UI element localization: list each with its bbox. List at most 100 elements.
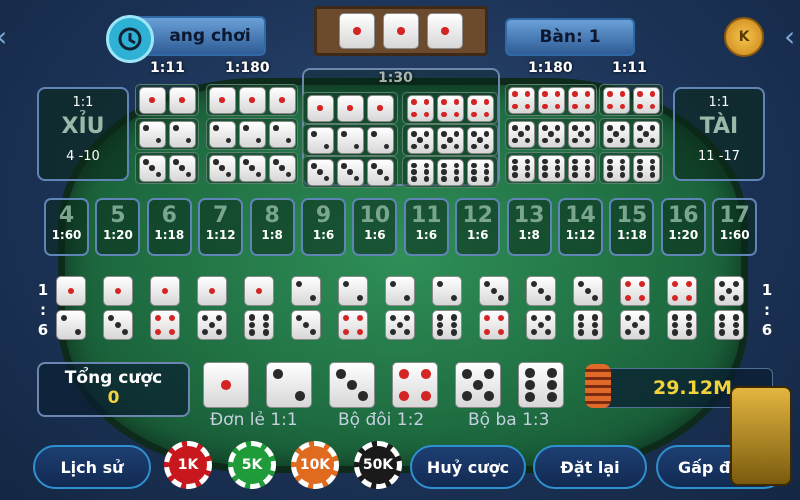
die-face-5 [466, 126, 494, 154]
any-triple-cell[interactable] [402, 124, 498, 156]
total-6-bet[interactable]: 6 1:18 [146, 198, 192, 256]
single-6-bet[interactable] [518, 362, 564, 408]
any-triple-cell[interactable] [302, 92, 398, 124]
specific-double-cell[interactable] [599, 84, 663, 116]
table-number-label: Bàn: 1 [539, 27, 601, 47]
cancel-button-label: Huỷ cược [426, 457, 510, 477]
total-16-bet[interactable]: 16 1:20 [660, 198, 706, 256]
total-14-bet[interactable]: 14 1:12 [558, 198, 603, 256]
history-button[interactable]: Lịch sử [33, 445, 151, 489]
chip-5k[interactable]: 5K [228, 441, 276, 489]
combo-2-3-bet[interactable] [288, 276, 324, 342]
total-11-bet[interactable]: 11 1:6 [403, 198, 449, 256]
die-face-4 [507, 86, 535, 114]
combo-2-6-bet[interactable] [429, 276, 465, 342]
combo-1-6-bet[interactable] [241, 276, 277, 342]
combo-3-5-bet[interactable] [523, 276, 559, 342]
chip-1k[interactable]: 1K [164, 441, 212, 489]
odds-label: 1:11 [150, 60, 185, 76]
die-face-2 [56, 310, 86, 340]
big-bet-area[interactable]: 1:1 TÀI 11 -17 [673, 87, 765, 181]
menu-arrow-icon[interactable]: ‹ [784, 20, 795, 53]
small-label: XỈU [61, 114, 105, 139]
combo-3-6-bet[interactable] [570, 276, 606, 342]
single-3-bet[interactable] [329, 362, 375, 408]
combo-3-4-bet[interactable] [476, 276, 512, 342]
combo-1-4-bet[interactable] [147, 276, 183, 342]
die-face-6 [436, 158, 464, 186]
combo-2-5-bet[interactable] [382, 276, 418, 342]
total-value: 6 [161, 203, 177, 228]
die-face-1 [197, 276, 227, 306]
specific-triple-cell[interactable] [505, 118, 597, 150]
total-15-bet[interactable]: 15 1:18 [609, 198, 655, 256]
die-face-5 [632, 120, 660, 148]
specific-double-cell[interactable] [599, 152, 663, 184]
die-face-6 [406, 158, 434, 186]
combo-2-4-bet[interactable] [335, 276, 371, 342]
die-face-3 [336, 158, 364, 186]
chip-stack-icon [585, 364, 611, 408]
table-number-button[interactable]: Bàn: 1 [505, 18, 635, 56]
total-7-bet[interactable]: 7 1:12 [198, 198, 244, 256]
any-triple-cell[interactable] [302, 156, 398, 188]
back-arrow-icon[interactable]: ‹ [0, 20, 7, 53]
single-bet-label: Đơn lẻ 1:1 [210, 410, 298, 430]
total-17-bet[interactable]: 17 1:60 [712, 198, 758, 256]
any-triple-cell[interactable] [402, 92, 498, 124]
single-4-bet[interactable] [392, 362, 438, 408]
triple-bet-label: Bộ ba 1:3 [468, 410, 550, 430]
small-bet-area[interactable]: 1:1 XỈU 4 -10 [37, 87, 129, 181]
cancel-bet-button[interactable]: Huỷ cược [410, 445, 526, 489]
reset-bet-button[interactable]: Đặt lại [533, 445, 647, 489]
die-face-1 [208, 86, 236, 114]
combo-4-6-bet[interactable] [664, 276, 700, 342]
die-face-3 [366, 158, 394, 186]
die-face-1 [138, 86, 166, 114]
combo-1-5-bet[interactable] [194, 276, 230, 342]
single-2-bet[interactable] [266, 362, 312, 408]
combo-5-6-bet[interactable] [711, 276, 747, 342]
total-8-bet[interactable]: 8 1:8 [249, 198, 295, 256]
specific-triple-cell[interactable] [505, 84, 597, 116]
specific-double-cell[interactable] [135, 118, 199, 150]
chip-50k[interactable]: 50K [354, 441, 402, 489]
specific-triple-cell[interactable] [505, 152, 597, 184]
total-odds: 1:60 [719, 228, 750, 242]
total-4-bet[interactable]: 4 1:60 [44, 198, 89, 256]
combo-4-5-bet[interactable] [617, 276, 653, 342]
any-triple-cell[interactable] [402, 156, 498, 188]
single-5-bet[interactable] [455, 362, 501, 408]
chip-10k[interactable]: 10K [291, 441, 339, 489]
reset-button-label: Đặt lại [560, 457, 620, 477]
specific-double-cell[interactable] [135, 84, 199, 116]
total-12-bet[interactable]: 12 1:6 [455, 198, 501, 256]
specific-double-cell[interactable] [599, 118, 663, 150]
total-9-bet[interactable]: 9 1:6 [301, 198, 346, 256]
specific-double-cell[interactable] [135, 152, 199, 184]
specific-triple-cell[interactable] [206, 118, 298, 150]
coin-icon[interactable]: K [724, 17, 764, 57]
die-face-6 [632, 154, 660, 182]
die-face-3 [138, 154, 166, 182]
total-5-bet[interactable]: 5 1:20 [95, 198, 141, 256]
specific-triple-cell[interactable] [206, 152, 298, 184]
die-face-2 [385, 276, 415, 306]
combo-1-2-bet[interactable] [53, 276, 89, 342]
die-face-2 [336, 126, 364, 154]
specific-triple-cell[interactable] [206, 84, 298, 116]
combo-1-3-bet[interactable] [100, 276, 136, 342]
die-face-5 [385, 310, 415, 340]
any-triple-cell[interactable] [302, 124, 398, 156]
total-odds: 1:20 [668, 228, 699, 242]
die-face-3 [291, 310, 321, 340]
dice-result-tray [314, 6, 488, 56]
total-13-bet[interactable]: 13 1:8 [506, 198, 552, 256]
die-face-6 [667, 310, 697, 340]
history-clock-icon[interactable] [106, 15, 154, 63]
total-odds: 1:8 [261, 228, 283, 242]
die-face-5 [455, 362, 501, 408]
big-range: 11 -17 [698, 149, 740, 164]
total-10-bet[interactable]: 10 1:6 [352, 198, 398, 256]
single-1-bet[interactable] [203, 362, 249, 408]
